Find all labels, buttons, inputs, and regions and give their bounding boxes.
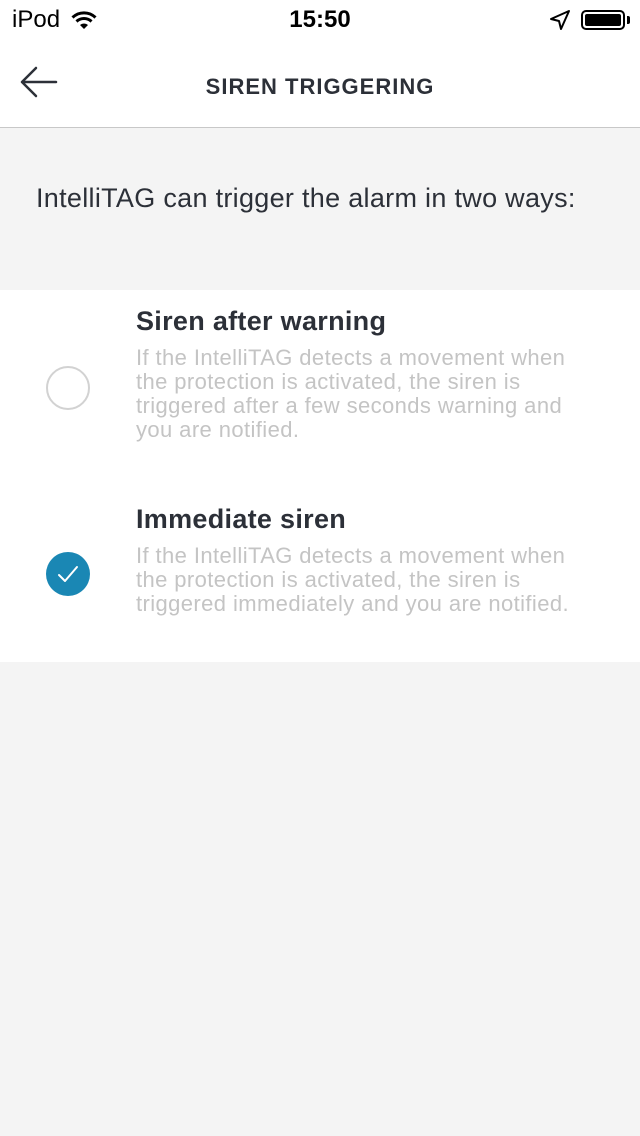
option-title: Immediate siren [136,504,347,534]
option-description: If the IntelliTAG detects a movement whe… [136,345,566,442]
status-bar: iPod 15:50 [0,0,640,40]
navigation-bar: SIREN TRIGGERING [0,40,640,128]
checkmark-icon [58,566,78,582]
options-list: Siren after warning If the IntelliTAG de… [0,290,640,662]
battery-tip [627,16,630,24]
option-immediate-siren[interactable]: Immediate siren If the IntelliTAG detect… [0,504,640,654]
location-icon [549,9,571,31]
intro-text: IntelliTAG can trigger the alarm in two … [36,183,576,213]
radio-selected[interactable] [46,552,90,596]
option-description: If the IntelliTAG detects a movement whe… [136,543,569,616]
option-siren-after-warning[interactable]: Siren after warning If the IntelliTAG de… [0,306,640,486]
page-title: SIREN TRIGGERING [205,74,435,99]
radio-unselected[interactable] [46,366,90,410]
option-title: Siren after warning [136,306,387,336]
status-right [549,9,630,31]
battery-icon [581,10,625,30]
status-time: 15:50 [289,6,351,33]
